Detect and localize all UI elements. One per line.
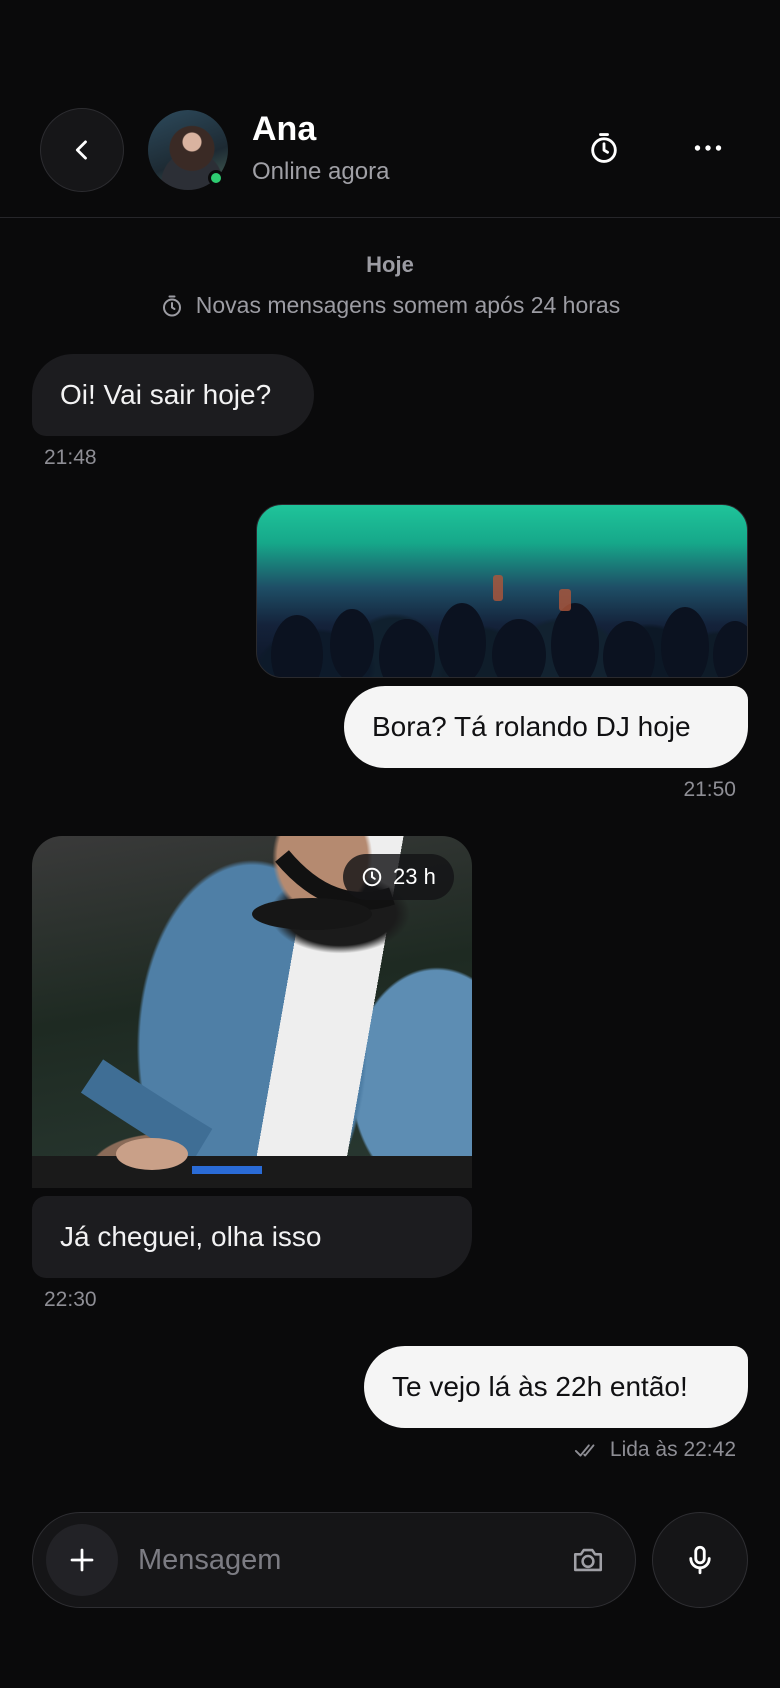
more-horizontal-icon [694, 145, 722, 151]
contact-status: Online agora [252, 158, 390, 185]
more-options-button[interactable] [684, 124, 732, 172]
attach-button[interactable] [46, 1524, 118, 1596]
incoming-message-bubble[interactable]: Oi! Vai sair hoje? [32, 354, 314, 436]
message-text: Bora? Tá rolando DJ hoje [372, 711, 691, 743]
message-text: Oi! Vai sair hoje? [60, 379, 272, 411]
camera-icon [573, 1548, 603, 1572]
message-timestamp: 21:48 [44, 446, 97, 469]
disappearing-messages-notice: Novas mensagens somem após 24 horas [0, 292, 780, 319]
microphone-icon [689, 1545, 711, 1575]
back-button[interactable] [40, 108, 124, 192]
timer-icon [162, 295, 181, 316]
message-timestamp: 22:30 [44, 1288, 97, 1311]
incoming-message-bubble[interactable]: Já cheguei, olha isso [32, 1196, 472, 1278]
message-text: Te vejo lá às 22h então! [392, 1371, 688, 1403]
expiry-badge-text: 23 h [393, 864, 436, 889]
outgoing-message-bubble[interactable]: Te vejo lá às 22h então! [364, 1346, 748, 1428]
outgoing-message-bubble[interactable]: Bora? Tá rolando DJ hoje [344, 686, 748, 768]
day-separator: Hoje [366, 252, 414, 277]
chat-header: Ana Online agora [0, 0, 780, 218]
message-input[interactable] [138, 1530, 538, 1590]
plus-icon [70, 1548, 94, 1572]
concert-crowd-photo[interactable] [256, 504, 748, 678]
chevron-left-icon [75, 140, 87, 160]
expiry-badge: 23 h [343, 854, 454, 900]
clock-icon [362, 867, 382, 887]
contact-name[interactable]: Ana [252, 110, 316, 149]
message-text: Já cheguei, olha isso [60, 1221, 322, 1253]
disappearing-notice-text: Novas mensagens somem após 24 horas [195, 292, 621, 318]
message-timestamp: 21:50 [683, 778, 736, 801]
double-check-icon [574, 1444, 595, 1457]
voice-message-button[interactable] [652, 1512, 748, 1608]
camera-button[interactable] [566, 1538, 610, 1582]
disappearing-timer-button[interactable] [580, 124, 628, 172]
crowd-silhouette [271, 575, 747, 677]
online-status-dot [208, 170, 224, 186]
timer-icon [591, 133, 617, 163]
read-receipt: Lida às 22:42 [574, 1438, 736, 1462]
read-receipt-text: Lida às 22:42 [609, 1438, 736, 1461]
